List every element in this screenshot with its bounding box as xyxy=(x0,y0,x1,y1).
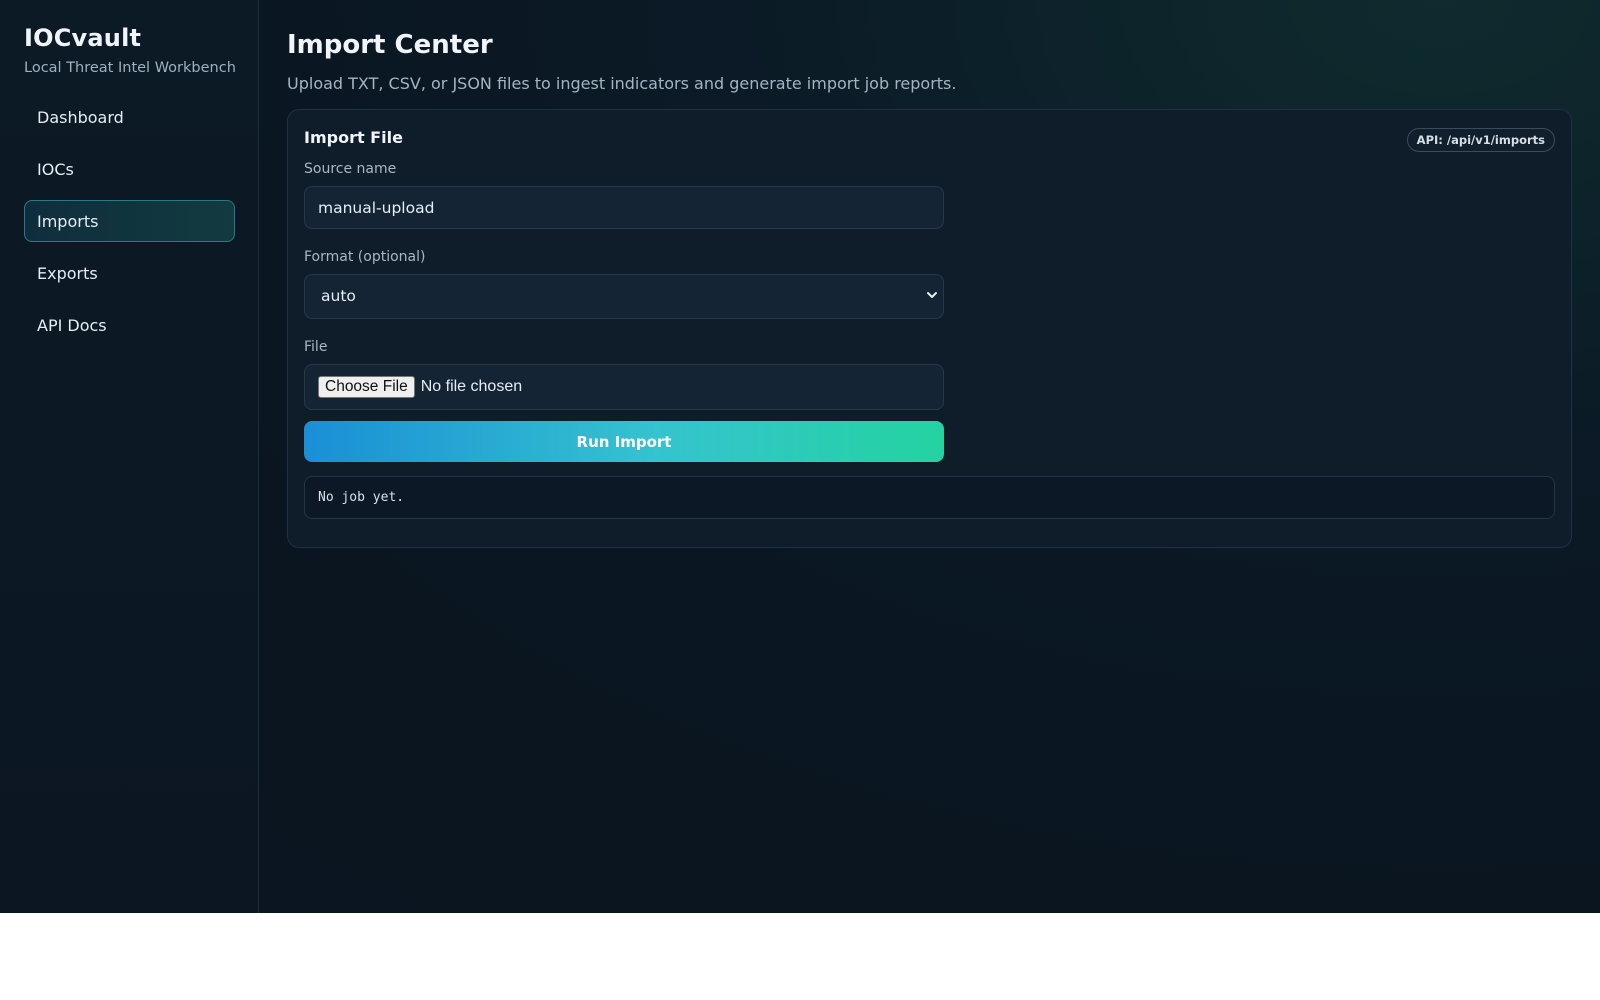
sidebar-item-iocs[interactable]: IOCs xyxy=(24,148,235,190)
file-status-text: No file chosen xyxy=(420,378,523,395)
file-label: File xyxy=(304,339,328,355)
sidebar: IOCvault Local Threat Intel Workbench Da… xyxy=(0,0,259,913)
app-window: IOCvault Local Threat Intel Workbench Da… xyxy=(0,0,1600,913)
sidebar-item-api-docs[interactable]: API Docs xyxy=(24,304,235,346)
format-select[interactable]: auto xyxy=(304,274,944,319)
format-select-value[interactable]: auto xyxy=(304,274,944,319)
chevron-down-icon xyxy=(927,292,937,298)
sidebar-item-imports[interactable]: Imports xyxy=(24,200,235,242)
api-endpoint-badge: API: /api/v1/imports xyxy=(1406,128,1555,152)
format-label: Format (optional) xyxy=(304,249,426,265)
sidebar-item-exports[interactable]: Exports xyxy=(24,252,235,294)
import-file-card: Import File API: /api/v1/imports Source … xyxy=(287,109,1572,548)
brand-title: IOCvault xyxy=(24,24,142,52)
job-output-panel: No job yet. xyxy=(304,476,1555,519)
brand-tagline: Local Threat Intel Workbench xyxy=(24,60,236,76)
run-import-button[interactable]: Run Import xyxy=(304,421,944,462)
page-subtitle: Upload TXT, CSV, or JSON files to ingest… xyxy=(287,74,957,93)
page-title: Import Center xyxy=(287,30,493,60)
source-name-input[interactable] xyxy=(304,186,944,229)
source-name-label: Source name xyxy=(304,161,397,177)
sidebar-nav: Dashboard IOCs Imports Exports API Docs xyxy=(24,96,235,346)
file-input[interactable]: Choose File No file chosen xyxy=(304,364,944,410)
card-title: Import File xyxy=(304,128,403,147)
sidebar-item-dashboard[interactable]: Dashboard xyxy=(24,96,235,138)
choose-file-button[interactable]: Choose File xyxy=(318,376,415,398)
main-content: Import Center Upload TXT, CSV, or JSON f… xyxy=(259,0,1600,913)
